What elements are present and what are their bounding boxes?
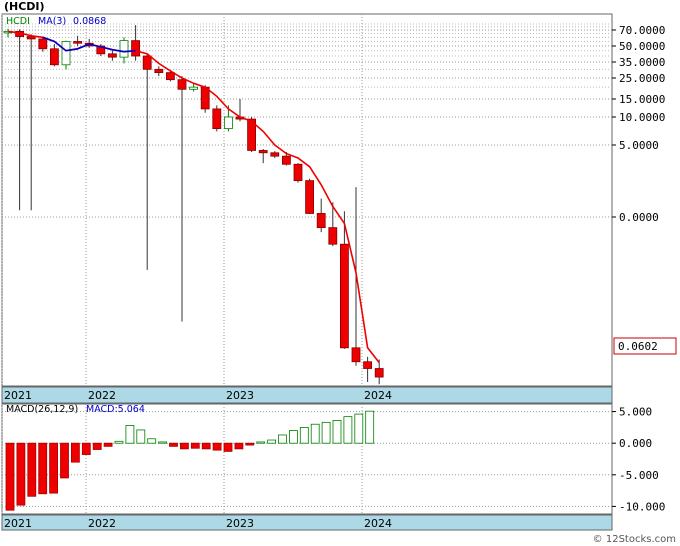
macd-bar [354, 413, 364, 444]
macd-bar [60, 442, 69, 479]
macd-legend-item: MACD(26,12,9) [6, 404, 78, 415]
candle-body [212, 108, 222, 130]
macd-bar [71, 442, 80, 463]
candle-body [351, 347, 361, 363]
macd-tick-label: 5.000 [619, 406, 652, 419]
price-tick-label: 35.0000 [619, 56, 665, 69]
price-legend: HCDI MA(3) 0.0868 [6, 16, 106, 27]
price-panel: 70.0000 50.0000 35.0000 25.0000 15.0000 10.00… [1, 13, 677, 404]
candle-body [73, 41, 82, 44]
macd-bar [267, 439, 277, 444]
macd-bar [81, 442, 91, 455]
price-tick-label: 50.0000 [619, 40, 665, 53]
candle-body [328, 227, 338, 245]
macd-bar [114, 440, 124, 444]
candle-body [200, 86, 210, 110]
macd-bar [256, 441, 266, 444]
macd-bar [343, 416, 353, 444]
macd-bar [288, 430, 298, 444]
candle-body [142, 55, 152, 70]
price-x-tick-label: 2024 [364, 389, 392, 402]
macd-x-tick-label: 2023 [226, 517, 254, 530]
candle-body [339, 243, 349, 349]
macd-bar [234, 442, 244, 450]
macd-bar [103, 442, 113, 447]
candle-body [177, 79, 187, 90]
candle-body [258, 150, 268, 154]
last-price-label: 0.0602 [618, 340, 658, 353]
candle-body [131, 40, 141, 57]
price-tick-label: 25.0000 [619, 72, 665, 85]
price-tick-label: 5.0000 [619, 139, 659, 152]
candle-body [50, 48, 59, 66]
macd-bar [332, 420, 342, 444]
macd-bar [245, 442, 255, 446]
price-x-tick-label: 2021 [4, 389, 32, 402]
macd-x-tick-label: 2022 [88, 517, 116, 530]
candle-body [154, 68, 164, 74]
candle-body [223, 116, 233, 130]
candle-body [374, 368, 384, 378]
macd-bar [310, 423, 320, 444]
macd-bar [38, 442, 48, 495]
candle-body [38, 38, 48, 50]
price-tick-label: 0.0000 [619, 211, 659, 224]
macd-bar [136, 429, 146, 444]
price-legend-item: 0.0868 [73, 16, 106, 27]
candle-body [305, 180, 315, 214]
macd-bar [179, 442, 189, 450]
candle-body [108, 53, 117, 58]
macd-bar [278, 434, 287, 444]
macd-bar [190, 442, 200, 449]
macd-bar [365, 410, 375, 444]
macd-bar [5, 442, 15, 511]
macd-x-tick-label: 2021 [4, 517, 32, 530]
candle-body [119, 40, 129, 58]
macd-bar [158, 441, 168, 444]
candle-body [316, 213, 326, 229]
candle-body [363, 361, 373, 369]
candle-body [165, 72, 175, 81]
candle-body [189, 86, 199, 90]
price-tick-label: 70.0000 [619, 24, 665, 37]
macd-bar [27, 442, 37, 497]
macd-bar [49, 442, 58, 494]
macd-x-tick-label: 2024 [364, 517, 392, 530]
price-tick-label: 10.0000 [619, 111, 665, 124]
macd-legend-item: MACD:5.064 [86, 404, 145, 415]
footer-credit: © 12Stocks.com [593, 534, 676, 545]
macd-tick-label: -5.000 [619, 469, 659, 482]
macd-plot-frame [1, 403, 613, 515]
candle-body [281, 155, 291, 165]
macd-bar [321, 421, 331, 444]
candle-body [293, 163, 303, 182]
price-tick-label: 15.0000 [619, 93, 665, 106]
macd-bar [299, 426, 309, 444]
macd-bar [92, 442, 102, 450]
macd-bar [201, 442, 211, 450]
price-legend-item: MA(3) [38, 16, 66, 27]
price-x-tick-label: 2023 [226, 389, 254, 402]
macd-bar [125, 425, 135, 444]
candle-body [61, 41, 71, 66]
macd-bar [223, 442, 233, 452]
price-x-tick-label: 2022 [88, 389, 116, 402]
macd-tick-label: 0.000 [619, 437, 652, 450]
macd-bar [212, 442, 222, 451]
chart-canvas: 70.0000 50.0000 35.0000 25.0000 15.0000 10.00… [1, 13, 677, 545]
macd-bar [16, 442, 26, 506]
price-legend-item: HCDI [6, 16, 30, 27]
macd-tick-label: -10.000 [619, 500, 665, 513]
candle-body [270, 152, 280, 157]
macd-bar [147, 438, 157, 444]
macd-panel: 5.000 0.000 -5.000 -10.000 MACD(26,12,9) MACD… [1, 403, 665, 531]
macd-bar [169, 442, 178, 447]
